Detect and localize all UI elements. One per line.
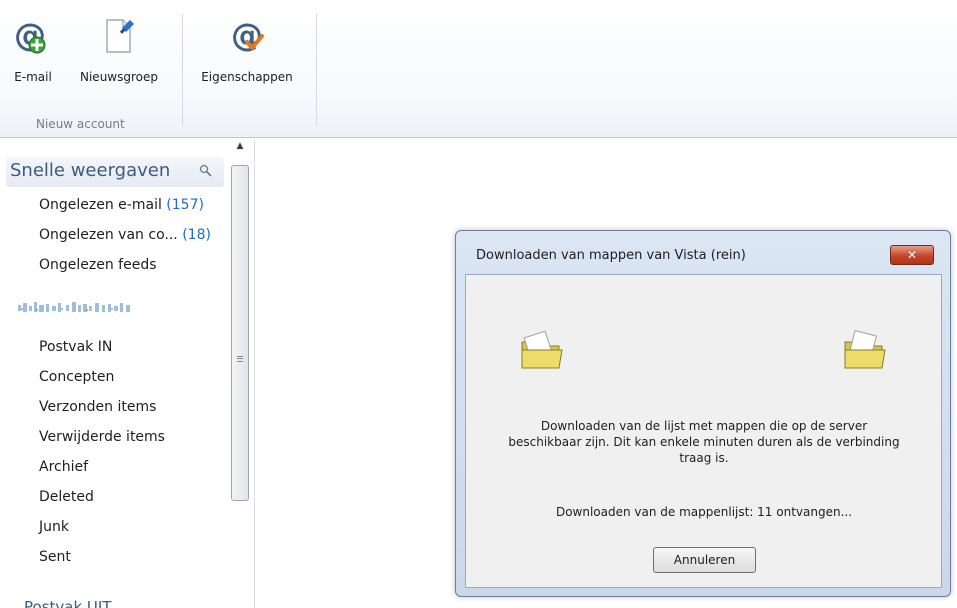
nav-item-unread-from-contacts[interactable]: Ongelezen van co... (18)	[39, 227, 211, 243]
newsgroup-document-icon	[106, 19, 134, 53]
nav-item-outbox[interactable]: Postvak UIT	[24, 598, 111, 608]
at-sign-properties-icon: @	[231, 18, 264, 54]
download-folders-dialog: Downloaden van mappen van Vista (rein) ✕…	[455, 230, 951, 597]
email-label: E-mail	[14, 70, 52, 84]
cancel-button[interactable]: Annuleren	[653, 547, 756, 573]
close-icon: ✕	[906, 248, 918, 262]
properties-label: Eigenschappen	[201, 70, 293, 84]
quick-views-title: Snelle weergaven	[10, 160, 171, 181]
nav-item-folder[interactable]: Verwijderde items	[39, 429, 165, 445]
nav-item-unread-email[interactable]: Ongelezen e-mail (157)	[39, 197, 204, 213]
dialog-title: Downloaden van mappen van Vista (rein)	[476, 248, 746, 263]
nav-item-folder[interactable]: Concepten	[39, 369, 114, 385]
ribbon-group-label: Nieuw account	[36, 117, 125, 131]
nav-item-folder[interactable]: Junk	[39, 519, 69, 535]
quick-views-header[interactable]: Snelle weergaven	[6, 157, 224, 187]
unread-count-badge: (18)	[182, 227, 211, 243]
scrollbar-thumb[interactable]	[231, 165, 249, 501]
newsgroup-label: Nieuwsgroep	[80, 70, 158, 84]
nav-item-folder[interactable]: Archief	[39, 459, 88, 475]
folder-icon	[521, 330, 563, 369]
dialog-message: Downloaden van de lijst met mappen die o…	[508, 419, 900, 465]
nav-item-folder[interactable]: Deleted	[39, 489, 94, 505]
nav-item-label: Ongelezen van co...	[39, 227, 178, 243]
grip-icon	[237, 356, 243, 362]
unread-count-badge: (157)	[166, 197, 204, 213]
at-sign-add-icon: @	[14, 18, 46, 54]
nav-item-folder[interactable]: Verzonden items	[39, 399, 156, 415]
nav-item-unread-feeds[interactable]: Ongelezen feeds	[39, 257, 157, 273]
navigation-pane: Snelle weergaven Ongelezen e-mail (157) …	[0, 139, 255, 608]
group-separator	[182, 14, 183, 126]
nav-item-label: Ongelezen e-mail	[39, 197, 162, 213]
download-status: Downloaden van de mappenlijst: 11 ontvan…	[555, 505, 853, 519]
nav-item-folder[interactable]: Postvak IN	[39, 339, 112, 355]
dialog-client-area: Downloaden van de lijst met mappen die o…	[465, 274, 942, 588]
folder-icon	[844, 330, 886, 369]
nav-item-label: Ongelezen feeds	[39, 257, 157, 273]
close-button[interactable]: ✕	[890, 245, 934, 265]
search-icon	[199, 164, 212, 177]
scroll-up-arrow-icon[interactable]: ▲	[231, 141, 249, 155]
redacted-account-name[interactable]	[16, 299, 144, 317]
group-separator	[316, 14, 317, 126]
nav-item-folder[interactable]: Sent	[39, 549, 71, 565]
nav-scrollbar[interactable]: ▲	[229, 139, 251, 608]
svg-text:@: @	[231, 18, 263, 54]
ribbon: @ E-mail Nieuwsgroep @ Eigenschappen Nie…	[0, 0, 957, 138]
